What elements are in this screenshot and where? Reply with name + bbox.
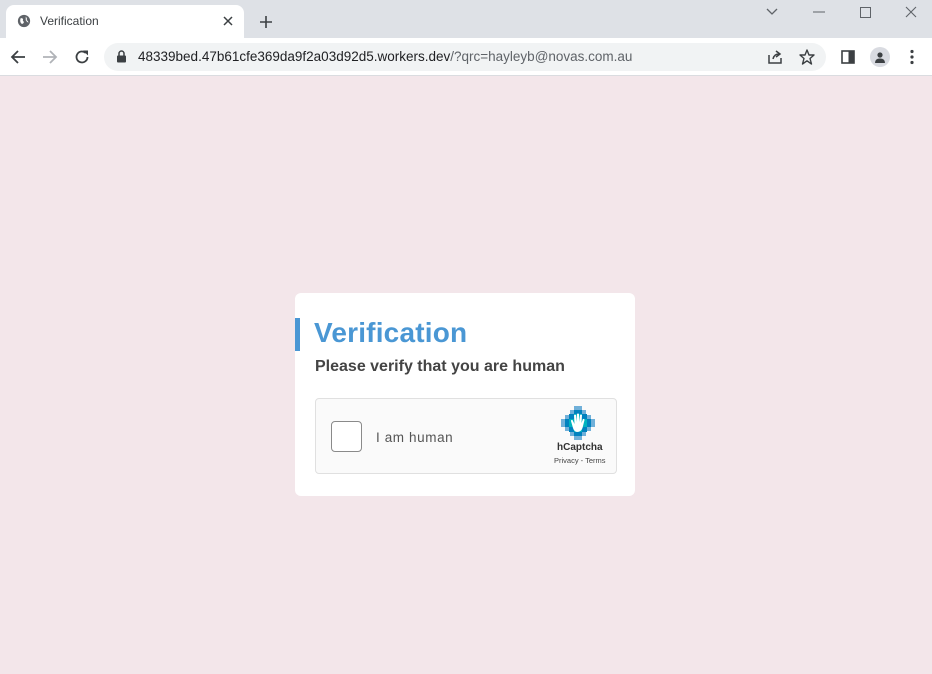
terms-link[interactable]: Terms xyxy=(585,456,605,465)
lock-icon[interactable] xyxy=(116,50,127,63)
verification-card: Verification Please verify that you are … xyxy=(295,293,635,496)
hcaptcha-brand: hCaptcha xyxy=(557,442,603,453)
maximize-icon[interactable] xyxy=(845,0,885,24)
heading-accent-bar xyxy=(295,318,300,351)
browser-toolbar: 48339bed.47b61cfe369da9f2a03d92d5.worker… xyxy=(0,38,932,76)
tab-close-icon[interactable] xyxy=(220,13,236,29)
new-tab-icon[interactable] xyxy=(256,12,276,32)
minimize-icon[interactable] xyxy=(799,0,839,24)
tab-strip: Verification xyxy=(0,0,932,38)
back-arrow-icon[interactable] xyxy=(6,45,30,69)
profile-avatar-icon[interactable] xyxy=(868,45,892,69)
url-path: /?qrc=hayleyb@novas.com.au xyxy=(450,49,633,64)
address-bar[interactable]: 48339bed.47b61cfe369da9f2a03d92d5.worker… xyxy=(104,43,826,71)
window-close-icon[interactable] xyxy=(891,0,931,24)
privacy-link[interactable]: Privacy xyxy=(554,456,579,465)
menu-kebab-icon[interactable] xyxy=(900,45,924,69)
hcaptcha-widget: I am human hCaptcha Privacy - Terms xyxy=(315,398,617,474)
share-icon[interactable] xyxy=(766,48,784,66)
hcaptcha-logo-icon xyxy=(561,406,595,440)
tab-search-chevron-down-icon[interactable] xyxy=(752,0,792,24)
human-checkbox[interactable] xyxy=(331,421,362,452)
reload-icon[interactable] xyxy=(70,45,94,69)
checkbox-label: I am human xyxy=(376,430,454,445)
globe-icon xyxy=(17,14,31,28)
tab-title: Verification xyxy=(40,14,99,28)
captcha-links: Privacy - Terms xyxy=(554,456,606,465)
tab-verification[interactable]: Verification xyxy=(6,5,244,38)
url-text[interactable]: 48339bed.47b61cfe369da9f2a03d92d5.worker… xyxy=(138,49,632,64)
bookmark-star-icon[interactable] xyxy=(798,48,816,66)
side-panel-icon[interactable] xyxy=(836,45,860,69)
url-host: 48339bed.47b61cfe369da9f2a03d92d5.worker… xyxy=(138,49,451,64)
forward-arrow-icon[interactable] xyxy=(38,45,62,69)
page-title: Verification xyxy=(314,317,468,348)
page-subtitle: Please verify that you are human xyxy=(315,358,565,375)
